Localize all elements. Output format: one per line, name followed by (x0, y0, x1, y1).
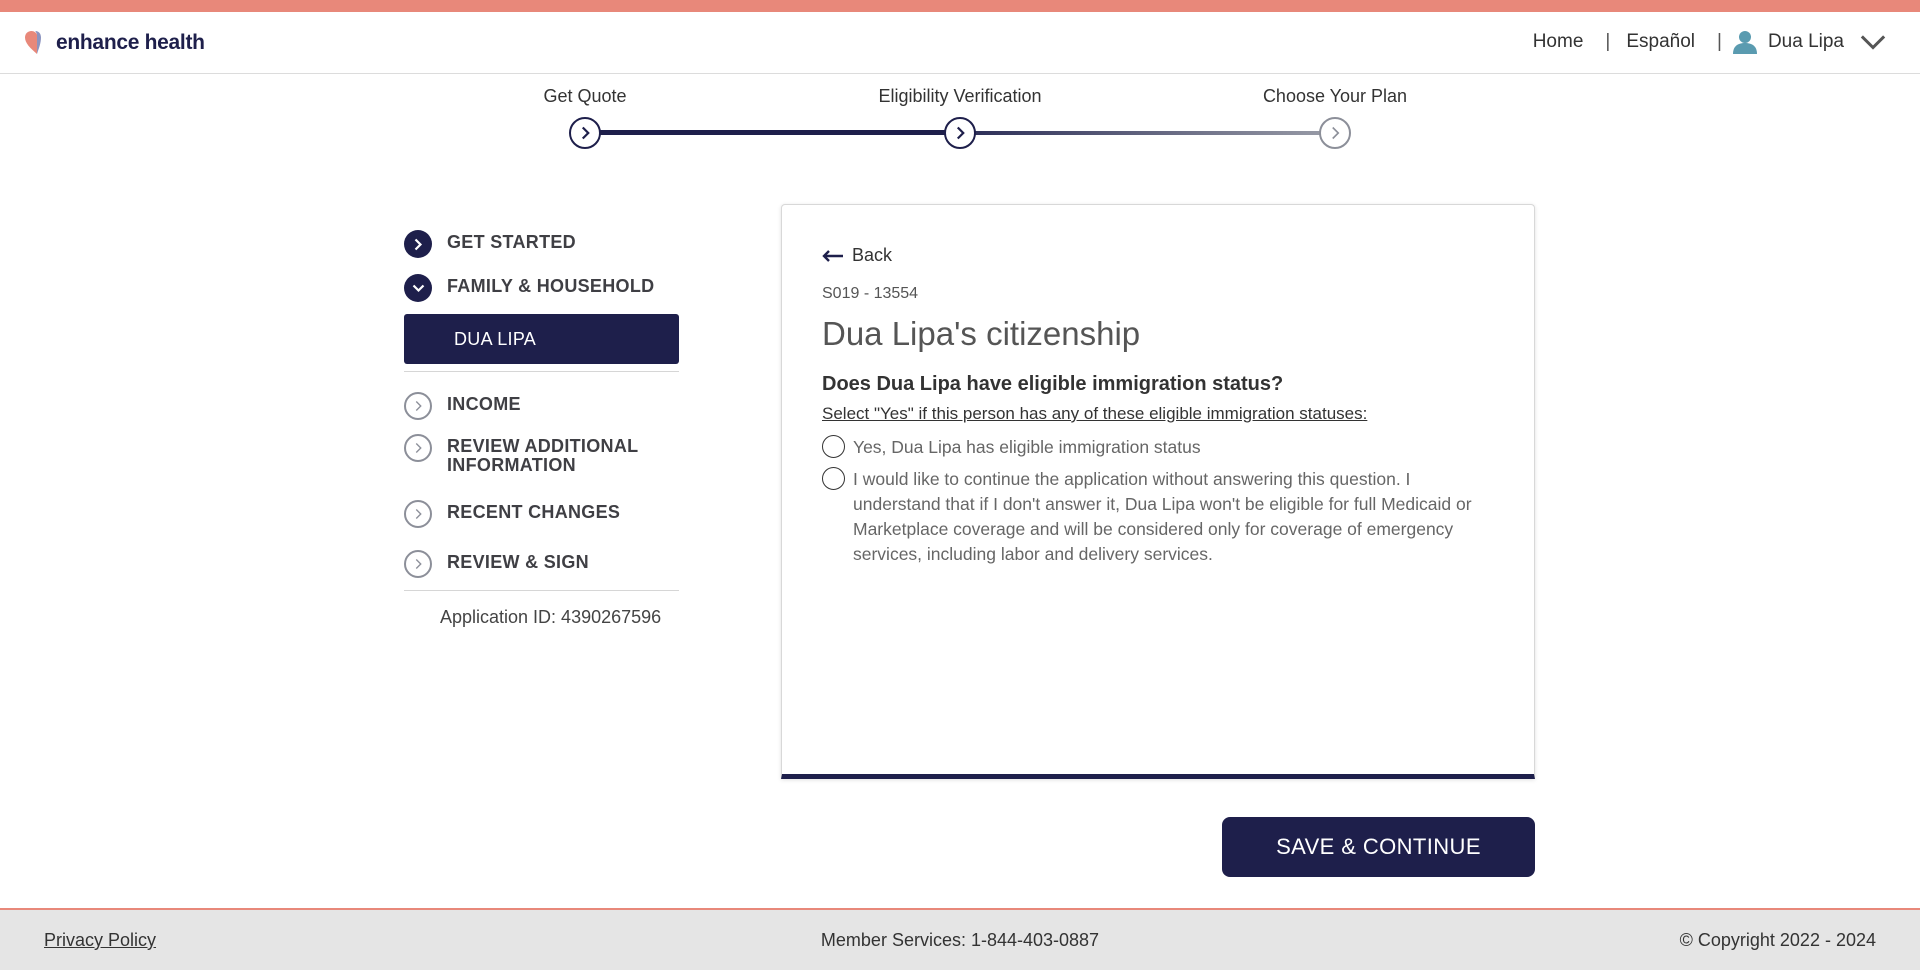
chevron-right-icon (404, 550, 432, 578)
site-header: enhance health Home | Español | Dua Lipa (0, 12, 1920, 74)
nav-home-link[interactable]: Home (1533, 31, 1584, 53)
application-sidebar: GET STARTED FAMILY & HOUSEHOLD DUA LIPA … (404, 230, 680, 628)
application-id: Application ID: 4390267596 (440, 607, 662, 627)
radio-yes[interactable] (822, 435, 845, 458)
save-continue-button[interactable]: SAVE & CONTINUE (1222, 817, 1535, 877)
sidebar-item-review-additional[interactable]: REVIEW ADDITIONAL INFORMATION (404, 434, 680, 475)
site-footer: Privacy Policy Member Services: 1-844-40… (0, 908, 1920, 970)
top-nav: Home | Español | Dua Lipa (1533, 30, 1886, 54)
chevron-right-icon (1331, 126, 1339, 140)
chevron-down-icon (1860, 35, 1886, 50)
option-skip-label: I would like to continue the application… (853, 469, 1472, 564)
chevron-right-icon (404, 230, 432, 258)
step-label-get-quote: Get Quote (543, 86, 627, 106)
sidebar-item-recent-changes[interactable]: RECENT CHANGES (404, 500, 680, 528)
sidebar-item-review-sign[interactable]: REVIEW & SIGN (404, 550, 680, 578)
sidebar-item-income[interactable]: INCOME (404, 392, 680, 420)
brand-logo[interactable]: enhance health (24, 30, 205, 56)
heart-logo-icon (25, 31, 41, 54)
back-label: Back (852, 245, 893, 265)
sidebar-item-label: REVIEW ADDITIONAL INFORMATION (447, 436, 639, 475)
sidebar-item-label: INCOME (447, 394, 521, 414)
sidebar-item-label: REVIEW & SIGN (447, 552, 589, 572)
question-text: Does Dua Lipa have eligible immigration … (822, 373, 1284, 395)
chevron-right-icon (404, 434, 432, 462)
eligible-statuses-link[interactable]: Select "Yes" if this person has any of t… (822, 404, 1367, 424)
user-name: Dua Lipa (1767, 31, 1844, 52)
arrow-left-icon (822, 249, 843, 262)
chevron-right-icon (404, 392, 432, 420)
copyright: © Copyright 2022 - 2024 (1679, 930, 1876, 950)
sidebar-item-label: FAMILY & HOUSEHOLD (447, 276, 655, 296)
sidebar-item-family-household[interactable]: FAMILY & HOUSEHOLD (404, 274, 680, 302)
option-yes-label: Yes, Dua Lipa has eligible immigration s… (853, 437, 1201, 457)
chevron-right-icon (581, 126, 590, 140)
back-link[interactable]: Back (822, 245, 892, 266)
member-services: Member Services: 1-844-403-0887 (820, 930, 1100, 950)
user-menu[interactable]: Dua Lipa (1732, 30, 1886, 54)
brand-name: enhance health (56, 31, 205, 54)
step-label-eligibility: Eligibility Verification (878, 86, 1042, 106)
sidebar-divider (404, 371, 679, 372)
user-icon (1732, 31, 1757, 54)
radio-skip[interactable] (822, 467, 845, 490)
option-yes[interactable]: Yes, Dua Lipa has eligible immigration s… (822, 435, 1201, 460)
step-circle-choose-plan[interactable] (1319, 117, 1351, 149)
chevron-down-icon (404, 274, 432, 302)
sidebar-divider (404, 590, 679, 591)
option-skip[interactable]: I would like to continue the application… (822, 467, 1482, 567)
nav-language-link[interactable]: Español (1626, 31, 1695, 53)
step-circle-eligibility[interactable] (944, 117, 976, 149)
step-line-upcoming (960, 131, 1335, 135)
sidebar-item-label: GET STARTED (447, 232, 576, 252)
step-label-choose-plan: Choose Your Plan (1262, 86, 1408, 106)
step-line-complete (585, 130, 960, 135)
sidebar-item-get-started[interactable]: GET STARTED (404, 230, 680, 258)
screen-code: S019 - 13554 (822, 285, 919, 302)
sidebar-item-label: RECENT CHANGES (447, 502, 621, 522)
nav-separator: | (1605, 31, 1611, 52)
nav-separator: | (1717, 31, 1722, 52)
sidebar-subitem-dua-lipa[interactable]: DUA LIPA (404, 314, 679, 364)
chevron-right-icon (956, 126, 965, 140)
chevron-right-icon (404, 500, 432, 528)
citizenship-card: Back S019 - 13554 Dua Lipa's citizenship… (781, 204, 1535, 779)
top-accent-bar (0, 0, 1920, 12)
step-circle-get-quote[interactable] (569, 117, 601, 149)
page-title: Dua Lipa's citizenship (822, 315, 1141, 352)
